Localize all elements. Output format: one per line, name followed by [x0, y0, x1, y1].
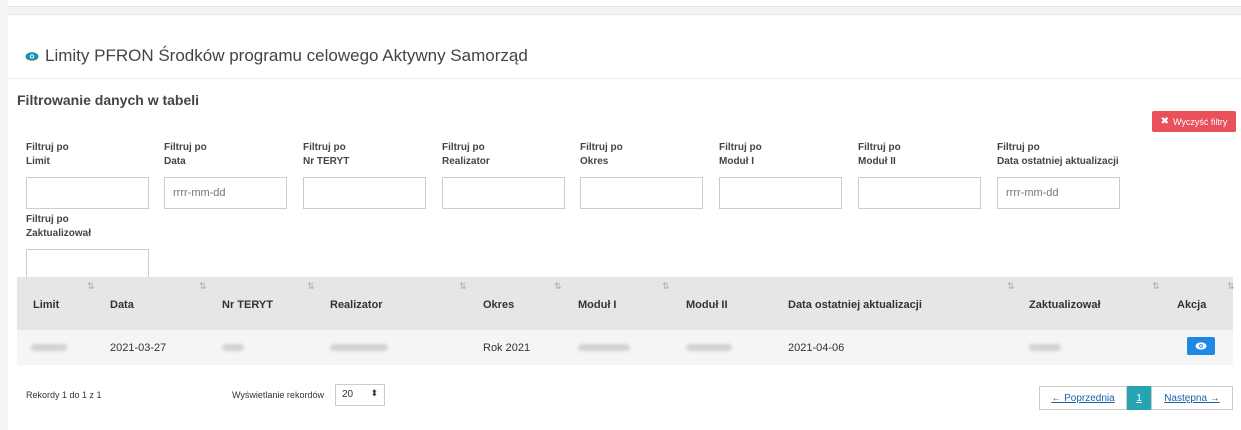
filter-input-okres[interactable]: [580, 177, 703, 209]
filter-label-data-aktualizacji: Filtruj po Data ostatniej aktualizacji: [997, 142, 1119, 167]
sort-icon[interactable]: ⇅: [199, 281, 206, 292]
filter-label-data: Filtruj po Data: [164, 142, 207, 167]
sort-icon[interactable]: ⇅: [1227, 281, 1234, 292]
column-header-zaktualizowal[interactable]: Zaktualizował: [1029, 299, 1101, 311]
close-icon: ✖: [1160, 116, 1169, 127]
panel-header: Limity PFRON Środków programu celowego A…: [8, 15, 1241, 79]
filter-label-zaktualizowal: Filtruj po Zaktualizował: [26, 214, 92, 239]
sort-icon[interactable]: ⇅: [1152, 281, 1159, 292]
page-button-1[interactable]: 1: [1127, 386, 1151, 410]
blurred-cell: [578, 344, 630, 351]
sort-icon[interactable]: ⇅: [1007, 281, 1014, 292]
table-row: 2021-03-27 Rok 2021 2021-04-06: [17, 330, 1233, 365]
column-header-limit[interactable]: Limit: [33, 299, 59, 311]
panel-title-text: Limity PFRON Środków programu celowego A…: [45, 46, 528, 65]
column-header-modul-1[interactable]: Moduł I: [578, 299, 617, 311]
view-button[interactable]: [1187, 337, 1215, 355]
filter-label-modul-1: Filtruj po Moduł I: [719, 142, 762, 167]
cell-data-aktualizacji: 2021-04-06: [788, 342, 845, 354]
eye-icon: [1195, 342, 1207, 350]
panel-title: Limity PFRON Środków programu celowego A…: [25, 46, 528, 66]
filter-input-data[interactable]: [164, 177, 287, 209]
column-header-data[interactable]: Data: [110, 299, 134, 311]
eye-icon: [25, 51, 39, 61]
blurred-cell: [222, 344, 244, 351]
blurred-cell: [1029, 344, 1061, 351]
column-header-modul-2[interactable]: Moduł II: [686, 299, 728, 311]
filter-input-limit[interactable]: [26, 177, 149, 209]
filter-input-modul-1[interactable]: [719, 177, 842, 209]
records-info: Rekordy 1 do 1 z 1: [26, 390, 102, 400]
limits-panel: Limity PFRON Środków programu celowego A…: [8, 14, 1241, 430]
filter-label-limit: Filtruj po Limit: [26, 142, 69, 167]
page-size-label: Wyświetlanie rekordów: [232, 390, 324, 400]
filter-input-modul-2[interactable]: [858, 177, 981, 209]
filter-input-nr-teryt[interactable]: [303, 177, 426, 209]
cell-okres: Rok 2021: [483, 342, 531, 354]
prev-page-button[interactable]: ← Poprzednia: [1039, 386, 1127, 410]
clear-filters-label: Wyczyść filtry: [1172, 116, 1228, 127]
column-header-realizator[interactable]: Realizator: [330, 299, 383, 311]
column-header-nr-teryt[interactable]: Nr TERYT: [222, 299, 273, 311]
blurred-cell: [31, 344, 67, 351]
column-header-akcja: Akcja: [1177, 299, 1207, 311]
sort-icon[interactable]: ⇅: [307, 281, 314, 292]
filter-label-nr-teryt: Filtruj po Nr TERYT: [303, 142, 350, 167]
page-size-select[interactable]: 20 ⬍: [335, 384, 385, 406]
filter-input-data-aktualizacji[interactable]: [997, 177, 1120, 209]
next-page-button[interactable]: Następna →: [1151, 386, 1233, 410]
filters-title: Filtrowanie danych w tabeli: [17, 92, 200, 108]
filter-label-okres: Filtruj po Okres: [580, 142, 623, 167]
blurred-cell: [330, 344, 388, 351]
table-header: ⇅ ⇅ ⇅ ⇅ ⇅ ⇅ ⇅ ⇅ ⇅ Limit Data Nr TERYT Re…: [17, 277, 1234, 330]
clear-filters-button[interactable]: ✖ Wyczyść filtry: [1152, 111, 1236, 132]
sort-icon[interactable]: ⇅: [87, 281, 94, 292]
column-header-okres[interactable]: Okres: [483, 299, 514, 311]
top-bar: [8, 0, 1241, 7]
filter-label-realizator: Filtruj po Realizator: [442, 142, 490, 167]
filter-label-modul-2: Filtruj po Moduł II: [858, 142, 901, 167]
sort-icon[interactable]: ⇅: [662, 281, 669, 292]
updown-arrow-icon: ⬍: [370, 388, 378, 398]
column-header-data-aktualizacji[interactable]: Data ostatniej aktualizacji: [788, 299, 922, 311]
blurred-cell: [686, 344, 732, 351]
filter-input-realizator[interactable]: [442, 177, 565, 209]
sort-icon[interactable]: ⇅: [554, 281, 561, 292]
page-size-value: 20: [342, 389, 354, 400]
cell-data: 2021-03-27: [110, 342, 167, 354]
sort-icon[interactable]: ⇅: [459, 281, 466, 292]
